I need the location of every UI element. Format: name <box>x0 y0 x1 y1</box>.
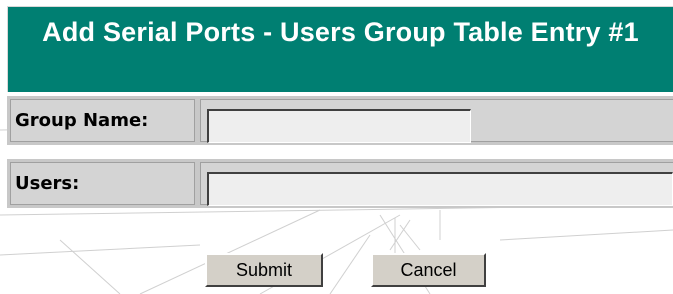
cancel-button[interactable]: Cancel <box>371 253 486 287</box>
users-cell <box>200 162 673 206</box>
group-name-row: Group Name: <box>7 96 673 145</box>
users-row: Users: <box>7 159 673 208</box>
form-title: Add Serial Ports - Users Group Table Ent… <box>7 6 673 92</box>
group-name-label: Group Name: <box>10 99 195 142</box>
submit-button[interactable]: Submit <box>205 253 323 287</box>
group-name-cell <box>200 99 673 143</box>
users-label: Users: <box>10 162 195 205</box>
users-input[interactable] <box>207 172 673 206</box>
group-name-input[interactable] <box>207 109 471 143</box>
